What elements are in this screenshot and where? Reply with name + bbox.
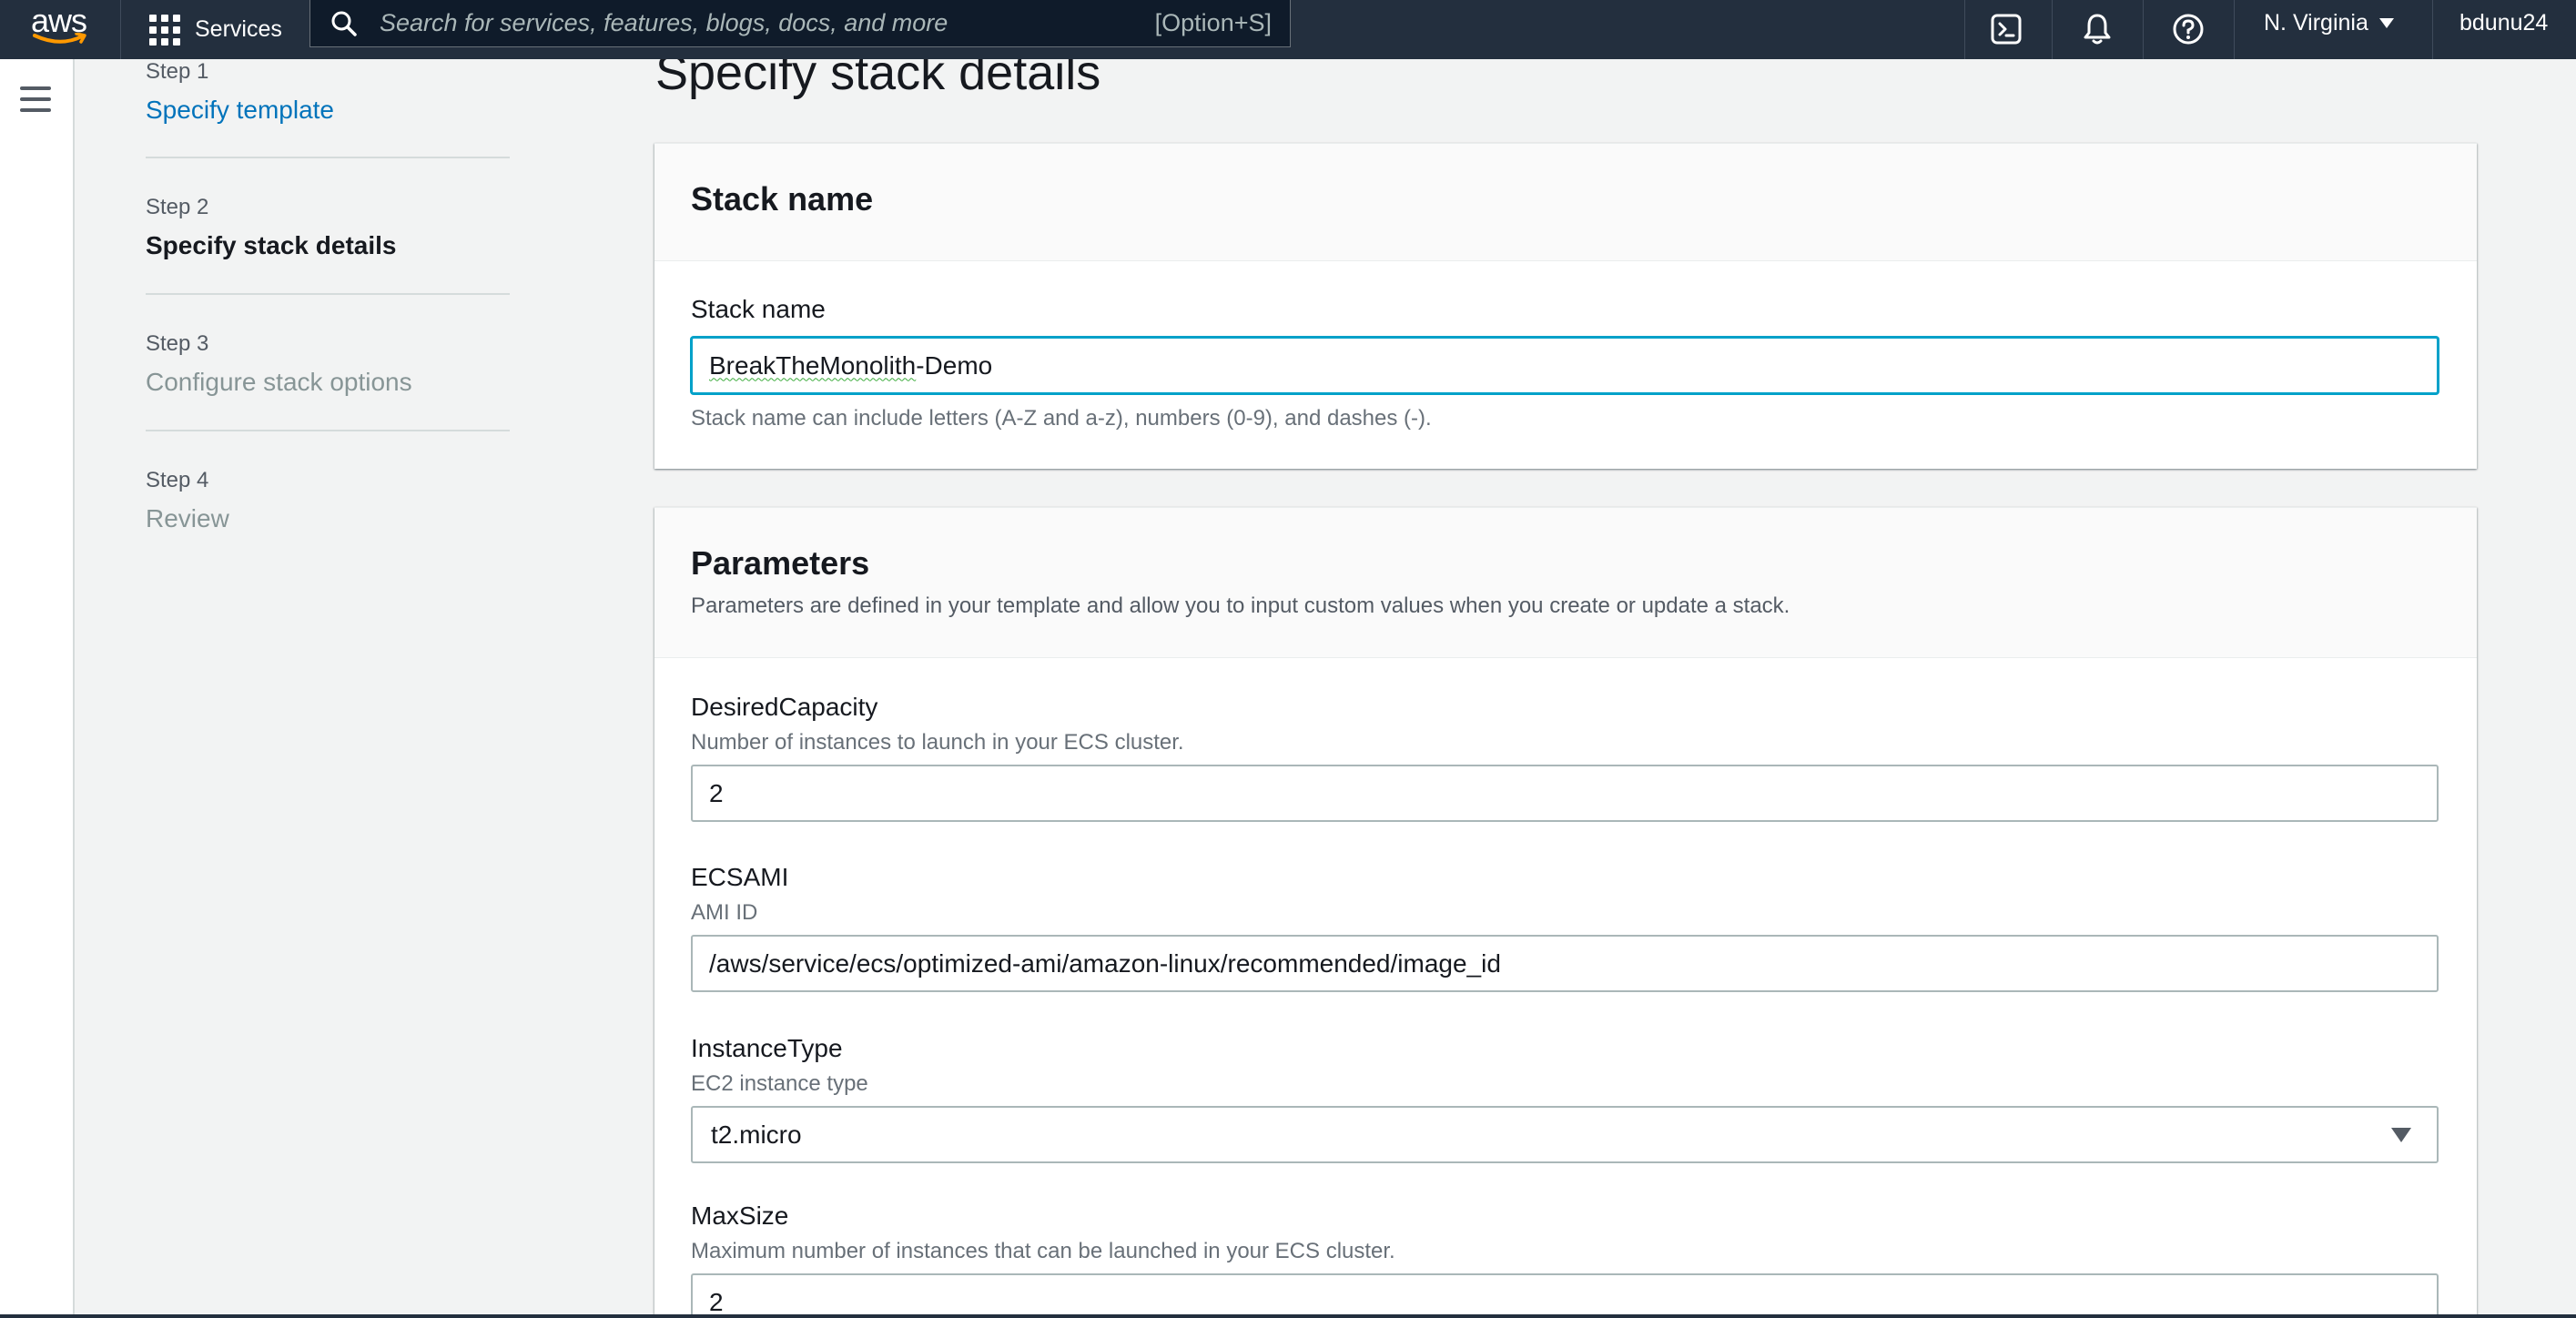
stack-name-constraint: Stack name can include letters (A-Z and … bbox=[691, 406, 1432, 431]
cloudshell-button[interactable] bbox=[1984, 7, 2028, 51]
step-divider bbox=[146, 293, 510, 295]
step-1: Step 1 Specify template bbox=[146, 59, 510, 125]
stack-name-input[interactable]: BreakTheMonolith -Demo bbox=[691, 337, 2439, 394]
instancetype-value: t2.micro bbox=[711, 1120, 802, 1149]
notifications-button[interactable] bbox=[2075, 7, 2119, 51]
panel-header: Parameters Parameters are defined in you… bbox=[654, 508, 2477, 658]
top-navigation: aws Services Search for services, featur… bbox=[0, 0, 2576, 59]
step-divider bbox=[146, 157, 510, 158]
param-desc-maxsize: Maximum number of instances that can be … bbox=[691, 1239, 1395, 1263]
bell-icon bbox=[2084, 14, 2111, 45]
cloudshell-icon bbox=[1991, 14, 2022, 45]
step-title-review: Review bbox=[146, 504, 229, 532]
services-menu-button[interactable]: Services bbox=[149, 0, 282, 59]
nav-divider bbox=[1964, 0, 1965, 59]
param-label-desiredcapacity: DesiredCapacity bbox=[691, 693, 878, 721]
help-icon bbox=[2173, 14, 2204, 45]
param-desc-desiredcapacity: Number of instances to launch in your EC… bbox=[691, 730, 1184, 755]
search-placeholder: Search for services, features, blogs, do… bbox=[380, 9, 948, 36]
nav-divider bbox=[2432, 0, 2433, 59]
help-button[interactable] bbox=[2166, 7, 2210, 51]
nav-divider bbox=[120, 0, 121, 59]
stack-name-value-word: BreakTheMonolith bbox=[709, 350, 917, 380]
window-bottom-edge bbox=[0, 1314, 2576, 1318]
account-name: bdunu24 bbox=[2459, 9, 2549, 35]
ecsami-input[interactable]: /aws/service/ecs/optimized-ami/amazon-li… bbox=[691, 935, 2439, 992]
param-label-instancetype: InstanceType bbox=[691, 1034, 843, 1062]
nav-divider bbox=[2234, 0, 2235, 59]
menu-icon[interactable] bbox=[20, 86, 51, 112]
search-shortcut: [Option+S] bbox=[1154, 9, 1272, 36]
maxsize-value: 2 bbox=[709, 1287, 724, 1316]
step-2: Step 2 Specify stack details bbox=[146, 195, 510, 260]
caret-down-icon bbox=[2391, 1128, 2411, 1142]
region-selector[interactable]: N. Virginia bbox=[2264, 0, 2394, 46]
account-menu[interactable]: bdunu24 bbox=[2459, 0, 2548, 46]
panel-description: Parameters are defined in your template … bbox=[691, 593, 1790, 618]
param-label-maxsize: MaxSize bbox=[691, 1201, 789, 1230]
maxsize-input[interactable]: 2 bbox=[691, 1273, 2439, 1318]
parameters-panel: Parameters Parameters are defined in you… bbox=[654, 507, 2477, 1318]
services-label: Services bbox=[195, 16, 282, 42]
step-number: Step 2 bbox=[146, 195, 209, 219]
desiredcapacity-value: 2 bbox=[709, 778, 724, 807]
stack-name-value-suffix: -Demo bbox=[916, 350, 993, 380]
step-current-title: Specify stack details bbox=[146, 231, 397, 259]
aws-smile-icon bbox=[33, 33, 86, 44]
instancetype-select[interactable]: t2.micro bbox=[691, 1106, 2439, 1163]
panel-title: Parameters bbox=[691, 544, 870, 582]
search-icon bbox=[331, 11, 357, 36]
nav-divider bbox=[2052, 0, 2053, 59]
param-desc-instancetype: EC2 instance type bbox=[691, 1071, 868, 1096]
grid-icon bbox=[149, 14, 180, 46]
nav-divider bbox=[2143, 0, 2144, 59]
step-link-specify-template[interactable]: Specify template bbox=[146, 96, 510, 125]
param-label-ecsami: ECSAMI bbox=[691, 863, 789, 891]
step-number: Step 1 bbox=[146, 59, 209, 84]
aws-logo[interactable]: aws bbox=[31, 0, 95, 59]
step-number: Step 3 bbox=[146, 331, 209, 356]
param-desc-ecsami: AMI ID bbox=[691, 900, 758, 925]
region-label: N. Virginia bbox=[2264, 9, 2368, 35]
desiredcapacity-input[interactable]: 2 bbox=[691, 765, 2439, 822]
step-title-configure-options: Configure stack options bbox=[146, 368, 412, 396]
side-navigation-rail bbox=[0, 59, 75, 1318]
ecsami-value: /aws/service/ecs/optimized-ami/amazon-li… bbox=[709, 948, 1501, 978]
step-4: Step 4 Review bbox=[146, 468, 510, 533]
search-input[interactable]: Search for services, features, blogs, do… bbox=[309, 0, 1291, 47]
chevron-down-icon bbox=[2378, 17, 2394, 28]
panel-title: Stack name bbox=[691, 180, 874, 218]
step-3: Step 3 Configure stack options bbox=[146, 331, 510, 397]
stack-name-panel: Stack name Stack name BreakTheMonolith -D… bbox=[654, 143, 2477, 469]
step-divider bbox=[146, 430, 510, 431]
panel-header: Stack name bbox=[654, 144, 2477, 261]
step-number: Step 4 bbox=[146, 468, 209, 492]
stack-name-label: Stack name bbox=[691, 295, 826, 323]
